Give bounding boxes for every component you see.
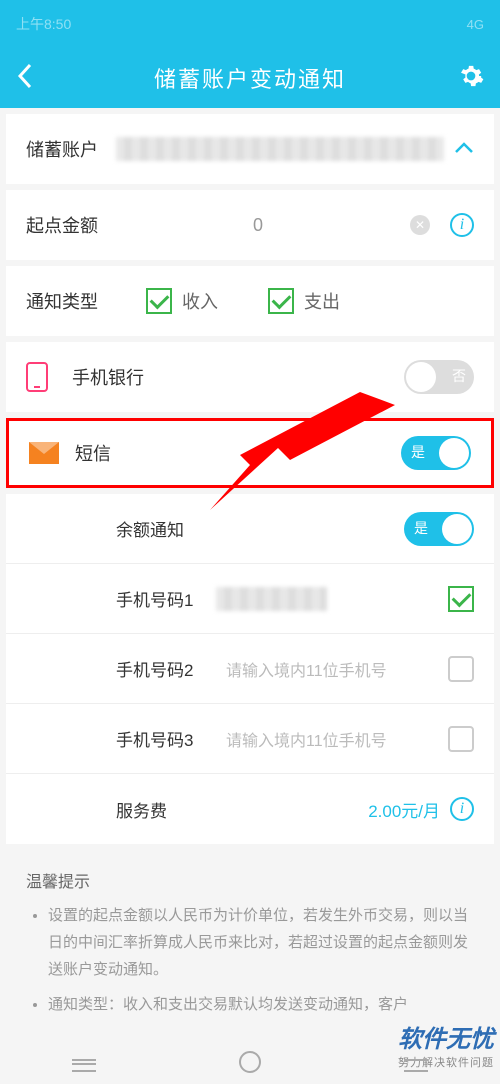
account-number-redacted — [116, 137, 444, 161]
threshold-label: 起点金额 — [26, 212, 106, 238]
income-label: 收入 — [182, 288, 218, 314]
mobile-bank-row: 手机银行 否 — [6, 342, 494, 412]
phone2-row: 手机号码2 请输入境内11位手机号 — [6, 634, 494, 704]
info-icon[interactable]: i — [450, 797, 474, 821]
threshold-input[interactable]: 0 — [106, 215, 410, 236]
phone1-row: 手机号码1 — [6, 564, 494, 634]
notify-type-row: 通知类型 收入 支出 — [6, 266, 494, 336]
mail-icon — [29, 442, 61, 464]
sms-row: 短信 是 — [6, 418, 494, 488]
checkbox-checked-icon — [146, 288, 172, 314]
android-navbar — [0, 1040, 500, 1084]
phone1-checkbox[interactable] — [448, 586, 474, 612]
phone1-label: 手机号码1 — [116, 586, 206, 611]
status-bar: 上午8:50 4G — [0, 0, 500, 48]
status-network: 4G — [467, 17, 484, 32]
income-checkbox[interactable]: 收入 — [146, 288, 218, 314]
fee-value: 2.00元/月 — [206, 797, 440, 822]
phone-icon — [26, 362, 58, 392]
info-icon[interactable]: i — [450, 213, 474, 237]
mobile-bank-label: 手机银行 — [72, 364, 152, 390]
nav-back-button[interactable] — [72, 1052, 96, 1072]
notify-type-label: 通知类型 — [26, 288, 106, 314]
clear-button[interactable]: ✕ — [410, 215, 430, 235]
phone3-checkbox[interactable] — [448, 726, 474, 752]
nav-recent-button[interactable] — [404, 1052, 428, 1072]
header-bar: 储蓄账户变动通知 — [0, 48, 500, 108]
tip-item: 通知类型：收入和支出交易默认均发送变动通知，客户 — [48, 991, 474, 1018]
tip-item: 设置的起点金额以人民币为计价单位，若发生外币交易，则以当日的中间汇率折算成人民币… — [48, 902, 474, 983]
phone2-label: 手机号码2 — [116, 656, 206, 681]
balance-notify-row: 余额通知 是 — [6, 494, 494, 564]
threshold-row: 起点金额 0 ✕ i — [6, 190, 494, 260]
balance-notify-label: 余额通知 — [116, 516, 206, 541]
tips-section: 温馨提示 设置的起点金额以人民币为计价单位，若发生外币交易，则以当日的中间汇率折… — [6, 850, 494, 1044]
phone3-label: 手机号码3 — [116, 726, 206, 751]
tips-title: 温馨提示 — [26, 868, 474, 892]
chevron-up-icon — [454, 139, 474, 160]
checkbox-checked-icon — [268, 288, 294, 314]
account-label: 储蓄账户 — [26, 136, 106, 162]
phone2-input[interactable]: 请输入境内11位手机号 — [226, 657, 448, 681]
page-title: 储蓄账户变动通知 — [44, 62, 456, 94]
sms-label: 短信 — [75, 440, 155, 466]
status-time: 上午8:50 — [16, 14, 467, 34]
balance-notify-toggle[interactable]: 是 — [404, 512, 474, 546]
expense-checkbox[interactable]: 支出 — [268, 288, 340, 314]
expense-label: 支出 — [304, 288, 340, 314]
settings-button[interactable] — [456, 63, 484, 94]
phone2-checkbox[interactable] — [448, 656, 474, 682]
sms-toggle[interactable]: 是 — [401, 436, 471, 470]
nav-home-button[interactable] — [239, 1051, 261, 1073]
account-row[interactable]: 储蓄账户 — [6, 114, 494, 184]
mobile-bank-toggle[interactable]: 否 — [404, 360, 474, 394]
fee-label: 服务费 — [116, 797, 206, 822]
phone3-row: 手机号码3 请输入境内11位手机号 — [6, 704, 494, 774]
phone1-value-redacted — [216, 587, 327, 611]
fee-row: 服务费 2.00元/月 i — [6, 774, 494, 844]
phone3-input[interactable]: 请输入境内11位手机号 — [226, 727, 448, 751]
back-button[interactable] — [16, 62, 44, 95]
